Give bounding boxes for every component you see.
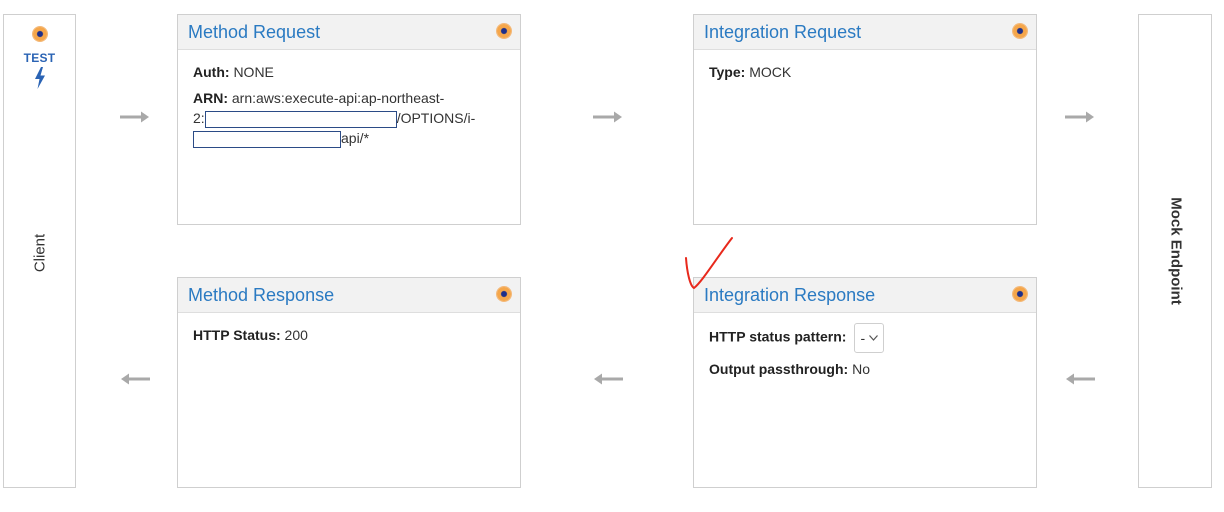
arrow-right-icon (120, 111, 149, 123)
target-icon (1013, 24, 1027, 38)
lightning-bolt-icon (34, 67, 45, 89)
integration-request-header[interactable]: Integration Request (694, 15, 1036, 50)
test-label: TEST (23, 51, 56, 65)
http-status-value: 200 (284, 327, 308, 343)
type-value: MOCK (749, 64, 792, 80)
http-status-label: HTTP Status: (193, 327, 281, 343)
arn-value-part4: api/* (341, 130, 370, 146)
method-request-title[interactable]: Method Request (188, 22, 320, 43)
arn-value-part1: arn:aws:execute-api:ap-northeast- (231, 90, 445, 106)
output-passthrough-row: Output passthrough: No (709, 359, 1021, 379)
http-status-row: HTTP Status: 200 (193, 325, 505, 345)
arrow-left-icon (1066, 373, 1095, 385)
type-row: Type: MOCK (709, 62, 1021, 82)
status-pattern-select[interactable]: - (854, 323, 885, 353)
output-passthrough-value: No (852, 361, 870, 377)
method-response-panel[interactable]: Method Response HTTP Status: 200 (177, 277, 521, 488)
mock-endpoint-label: Mock Endpoint (1167, 197, 1185, 305)
integration-response-header[interactable]: Integration Response (694, 278, 1036, 313)
arn-label: ARN: (193, 90, 228, 106)
arrow-right-icon (1065, 111, 1094, 123)
target-icon (497, 24, 511, 38)
client-label: Client (31, 233, 49, 273)
method-response-title[interactable]: Method Response (188, 285, 334, 306)
auth-label: Auth: (193, 64, 230, 80)
target-icon (497, 287, 511, 301)
client-column: TEST Client (3, 14, 76, 488)
type-label: Type: (709, 64, 746, 80)
arrow-left-icon (121, 373, 150, 385)
method-response-header[interactable]: Method Response (178, 278, 520, 313)
target-icon (32, 27, 47, 41)
arn-value-part2: 2: (193, 110, 205, 126)
status-pattern-row: HTTP status pattern: - (709, 323, 1021, 353)
arn-row: ARN: arn:aws:execute-api:ap-northeast- 2… (193, 88, 505, 148)
integration-response-panel[interactable]: Integration Response HTTP status pattern… (693, 277, 1037, 488)
redacted-api-id (193, 130, 341, 148)
mock-endpoint-column: Mock Endpoint (1138, 14, 1212, 488)
arrow-right-icon (593, 111, 622, 123)
output-passthrough-label: Output passthrough: (709, 361, 849, 377)
redacted-account-id (204, 110, 397, 128)
arn-value-part3: /OPTIONS/i- (396, 110, 476, 126)
integration-request-title[interactable]: Integration Request (704, 22, 861, 43)
status-pattern-label: HTTP status pattern: (709, 328, 847, 345)
test-button[interactable]: TEST (4, 27, 75, 89)
method-request-header[interactable]: Method Request (178, 15, 520, 50)
status-pattern-value: - (860, 330, 866, 346)
arrow-left-icon (594, 373, 623, 385)
auth-row: Auth: NONE (193, 62, 505, 82)
red-checkmark-annotation (685, 237, 733, 290)
method-request-panel[interactable]: Method Request Auth: NONE ARN: arn:aws:e… (177, 14, 521, 225)
integration-request-panel[interactable]: Integration Request Type: MOCK (693, 14, 1037, 225)
target-icon (1013, 287, 1027, 301)
chevron-down-icon (869, 335, 879, 341)
auth-value: NONE (233, 64, 274, 80)
